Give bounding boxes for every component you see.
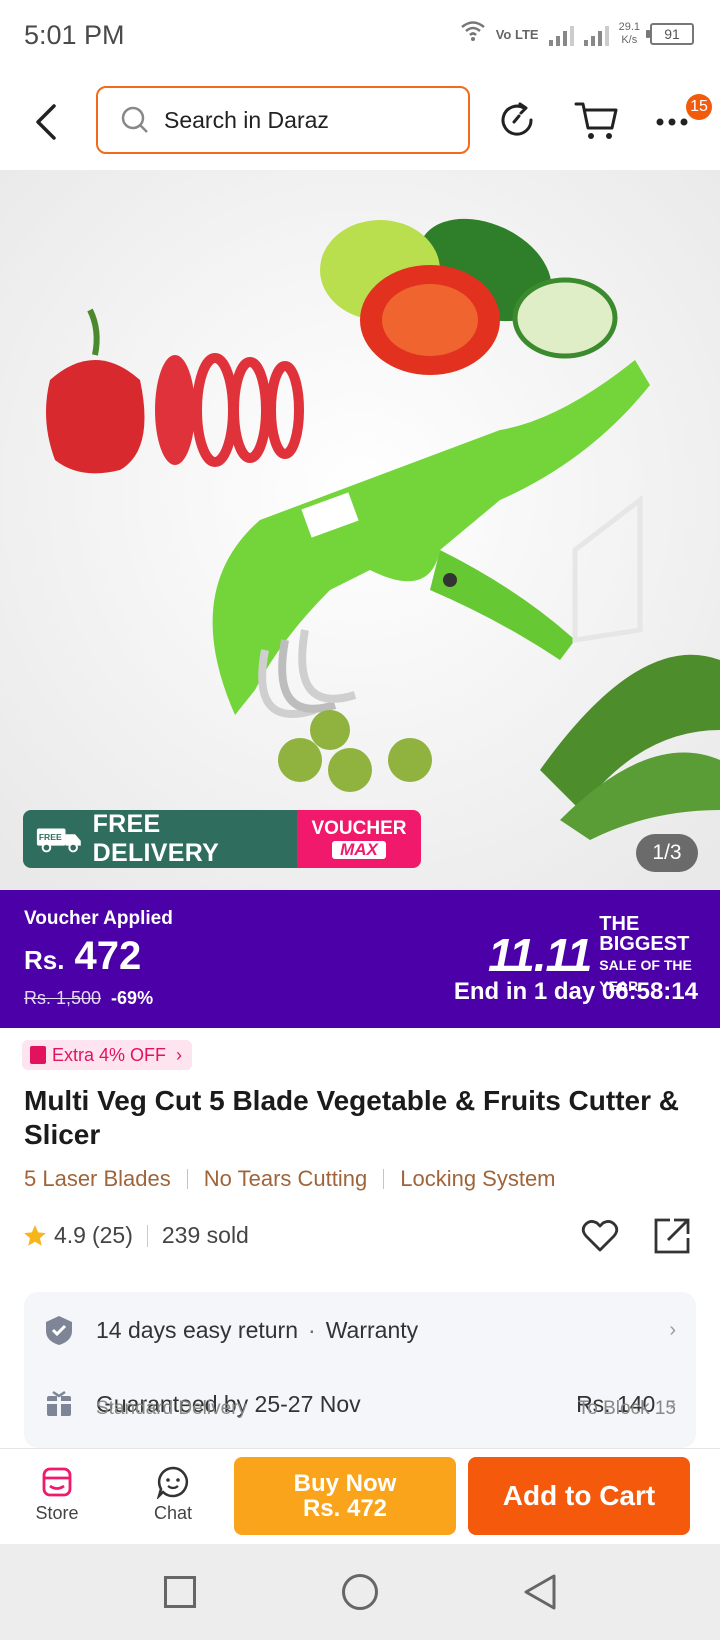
- voucher-applied-label: Voucher Applied: [24, 908, 173, 929]
- service-info-card: 14 days easy return · Warranty › Guarantee…: [24, 1292, 696, 1448]
- price-value: 472: [74, 934, 142, 978]
- chevron-right-icon: ›: [669, 1318, 676, 1341]
- store-label: Store: [35, 1503, 79, 1523]
- separator-dot: ·: [308, 1316, 316, 1343]
- status-bar: 5:01 PM Vo LTE 29.1 K/s 91: [0, 0, 720, 74]
- star-icon: [24, 1224, 46, 1246]
- price: Rs. 472: [24, 934, 141, 979]
- rating-divider: [146, 1224, 148, 1247]
- sold-count: 239 sold: [161, 1222, 249, 1248]
- network-speed: 29.1 K/s: [619, 21, 640, 47]
- free-delivery-label: FREE DELIVERY: [92, 810, 220, 867]
- search-icon: [121, 106, 148, 133]
- extra-off-label: Extra 4% OFF: [52, 1044, 167, 1065]
- signal-icon: [548, 22, 574, 46]
- notification-badge: 15: [686, 94, 712, 120]
- cart-button[interactable]: [572, 96, 620, 144]
- product-title: Multi Veg Cut 5 Blade Vegetable & Fruits…: [24, 1085, 679, 1150]
- system-navigation-bar: [0, 1544, 720, 1640]
- speed-unit: K/s: [621, 34, 638, 46]
- bottom-action-bar: Store Chat Buy Now Rs. 472 Add to Cart: [0, 1448, 720, 1544]
- chat-icon: [156, 1466, 189, 1499]
- buy-now-button[interactable]: Buy Now Rs. 472: [234, 1457, 456, 1535]
- return-text: 14 days easy return: [96, 1316, 299, 1343]
- original-price: Rs. 1,500: [24, 988, 102, 1008]
- feature-divider: [383, 1169, 385, 1189]
- return-warranty-text: 14 days easy return · Warranty: [96, 1317, 418, 1344]
- status-icons: Vo LTE 29.1 K/s 91: [460, 20, 694, 48]
- search-input[interactable]: Search in Daraz: [96, 86, 470, 154]
- wishlist-button[interactable]: [580, 1216, 620, 1256]
- back-triangle-icon[interactable]: [522, 1572, 558, 1612]
- shield-check-icon: [46, 1316, 72, 1345]
- warranty-text: Warranty: [325, 1316, 419, 1343]
- truck-icon: FREE: [36, 828, 81, 853]
- feature-divider: [186, 1169, 188, 1189]
- wifi-icon: [460, 20, 486, 48]
- top-header: Search in Daraz: [0, 74, 720, 170]
- delivery-box-icon: [47, 1390, 71, 1416]
- chat-button[interactable]: Chat: [138, 1459, 208, 1539]
- delivery-location: To Block 15: [577, 1398, 676, 1419]
- free-delivery-badge: FREE FREE DELIVERY: [23, 810, 297, 868]
- delivery-type: Standard Delivery: [96, 1398, 248, 1419]
- voucher-label: VOUCHER: [311, 818, 407, 839]
- share-button[interactable]: [652, 1216, 692, 1256]
- rating-row[interactable]: 4.9 (25) 239 sold: [22, 1222, 249, 1249]
- rating-value: 4.9: [54, 1222, 86, 1248]
- voucher-icon: [30, 1046, 46, 1064]
- home-button[interactable]: [342, 1574, 378, 1610]
- chat-label: Chat: [153, 1503, 193, 1523]
- refresh-button[interactable]: [498, 96, 538, 144]
- store-button[interactable]: Store: [22, 1459, 92, 1539]
- feature-tags: 5 Laser Blades No Tears Cutting Locking …: [24, 1166, 556, 1192]
- feature-tag: 5 Laser Blades: [24, 1166, 171, 1191]
- price-currency: Rs.: [24, 945, 65, 975]
- search-placeholder: Search in Daraz: [164, 106, 329, 133]
- original-price-row: Rs. 1,500 -69%: [24, 988, 153, 1009]
- battery-icon: 91: [646, 23, 694, 45]
- buy-now-price: Rs. 472: [302, 1495, 388, 1522]
- sale-number: 11.11: [488, 929, 592, 981]
- return-chevron: ›: [669, 1319, 676, 1342]
- sale-countdown: End in 1 day 06:58:14: [453, 978, 698, 1005]
- extra-off-chip[interactable]: Extra 4% OFF ›: [22, 1040, 193, 1070]
- image-counter: 1/3: [636, 834, 698, 872]
- buy-now-label: Buy Now: [293, 1470, 397, 1497]
- return-warranty-row[interactable]: 14 days easy return · Warranty ›: [24, 1306, 696, 1354]
- chevron-right-icon: ›: [176, 1044, 183, 1065]
- truck-free-label: FREE: [39, 832, 62, 842]
- voucher-max-badge: VOUCHER MAX: [297, 810, 421, 868]
- review-count: (25): [91, 1222, 133, 1248]
- speed-value: 29.1: [618, 21, 640, 33]
- store-icon: [42, 1467, 72, 1497]
- feature-tag: No Tears Cutting: [203, 1166, 368, 1191]
- cart-icon: [574, 102, 618, 139]
- product-image-gallery[interactable]: FREE FREE DELIVERY VOUCHER MAX 1/3: [0, 170, 720, 890]
- recent-apps-button[interactable]: [164, 1576, 196, 1608]
- price-banner: Voucher Applied Rs. 472 Rs. 1,500 -69% 1…: [0, 890, 720, 1028]
- chevron-left-icon: [36, 104, 56, 140]
- heart-icon: [581, 1220, 619, 1252]
- refresh-icon: [501, 102, 533, 136]
- discount-percent: -69%: [111, 988, 154, 1008]
- status-time: 5:01 PM: [24, 20, 125, 50]
- signal-icon-2: [583, 22, 609, 46]
- product-image: [0, 170, 720, 890]
- share-icon: [654, 1218, 690, 1254]
- add-to-cart-button[interactable]: Add to Cart: [468, 1457, 690, 1535]
- sale-line-1: THE BIGGEST: [599, 913, 690, 955]
- feature-tag: Locking System: [400, 1166, 556, 1191]
- network-type: Vo LTE: [495, 26, 539, 42]
- promo-banner: FREE FREE DELIVERY VOUCHER MAX: [23, 810, 421, 868]
- back-button[interactable]: [28, 98, 68, 146]
- voucher-max-label: MAX: [332, 841, 386, 859]
